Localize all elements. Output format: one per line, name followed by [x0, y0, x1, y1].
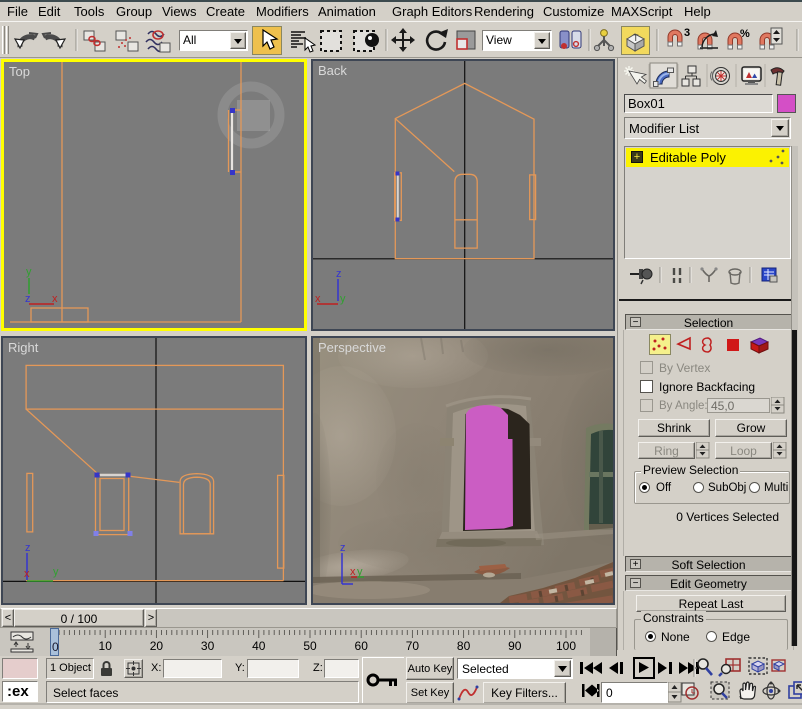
svg-text:z: z	[25, 293, 31, 305]
svg-text:T: T	[633, 33, 639, 43]
svg-text:20: 20	[150, 639, 164, 653]
svg-text:50: 50	[303, 639, 317, 653]
svg-text:%: %	[740, 28, 750, 40]
svg-text:90: 90	[508, 639, 522, 653]
svg-text:x: x	[315, 293, 321, 305]
svg-text:3: 3	[684, 27, 690, 39]
svg-text:y: y	[340, 293, 346, 305]
svg-text:80: 80	[457, 639, 471, 653]
svg-text:70: 70	[406, 639, 420, 653]
svg-text:40: 40	[252, 639, 266, 653]
svg-text:100: 100	[556, 639, 576, 653]
svg-text:x: x	[24, 568, 30, 580]
svg-text:x: x	[350, 566, 356, 578]
svg-text:y: y	[357, 566, 363, 578]
svg-text:z: z	[25, 542, 31, 554]
svg-text:y: y	[53, 566, 59, 578]
svg-text:x: x	[52, 293, 58, 305]
svg-text:y: y	[26, 266, 32, 278]
svg-text:60: 60	[355, 639, 369, 653]
svg-text:30: 30	[201, 639, 215, 653]
svg-text:z: z	[340, 542, 346, 554]
svg-text:z: z	[336, 268, 342, 280]
svg-text:10: 10	[99, 639, 113, 653]
